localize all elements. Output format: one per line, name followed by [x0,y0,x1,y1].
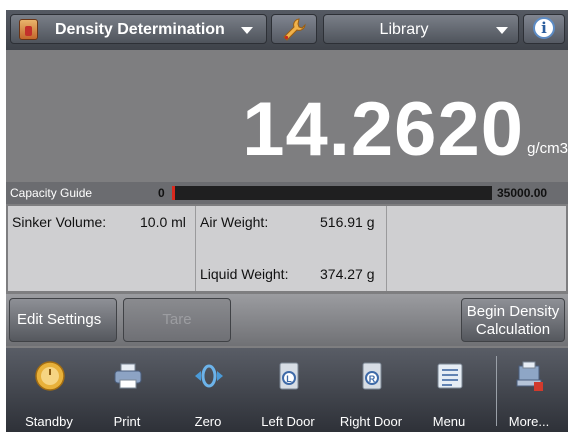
standby-label: Standby [25,414,73,429]
wrench-icon [283,18,306,41]
right-door-label: Right Door [339,414,403,429]
printer-icon [114,363,142,389]
capacity-bar-fill [172,186,176,200]
reading-display: 14.2620 g/cm3 [6,50,568,182]
info-button[interactable]: i [523,14,565,44]
power-icon [35,361,65,391]
tare-button[interactable]: Tare [123,298,231,342]
application-mode-label: Density Determination [55,21,225,38]
capacity-min: 0 [158,186,165,200]
liquid-weight-value: 374.27 g [320,266,375,282]
zero-label: Zero [194,414,222,429]
menu-button[interactable]: Menu [410,354,488,430]
svg-text:R: R [369,374,376,384]
sinker-volume-cell: Sinker Volume: 10.0 ml [8,206,196,291]
svg-text:L: L [286,374,292,384]
density-details-panel: Sinker Volume: 10.0 ml Air Weight: 516.9… [8,206,566,291]
bottom-navigation: Standby Print Zero L Left Door R Right D… [6,348,568,432]
info-icon: i [533,17,555,39]
library-label: Library [379,21,429,38]
standby-button[interactable]: Standby [10,354,88,430]
capacity-guide-label: Capacity Guide [10,186,93,200]
left-door-button[interactable]: L Left Door [249,354,327,430]
left-door-label: Left Door [261,414,315,429]
chevron-down-icon [241,27,253,34]
zero-button[interactable]: Zero [169,354,247,430]
action-row: Edit Settings Tare Begin Density Calcula… [6,294,568,346]
begin-density-calculation-button[interactable]: Begin Density Calculation [461,298,565,342]
right-door-icon: R [362,362,382,390]
settings-wrench-button[interactable] [271,14,317,44]
more-label: More... [508,414,550,429]
density-unit: g/cm3 [527,140,568,157]
sinker-volume-label: Sinker Volume: [12,214,107,230]
menu-label: Menu [432,414,466,429]
application-mode-dropdown[interactable]: Density Determination [10,14,267,44]
air-weight-value: 516.91 g [320,214,375,230]
begin-line-1: Begin Density [466,303,560,320]
balance-screen: Density Determination Library i 14.2620 … [6,10,568,432]
chevron-down-icon [496,27,508,34]
weights-cell: Air Weight: 516.91 g Liquid Weight: 374.… [196,206,387,291]
density-reading: 14.2620 [242,87,524,172]
more-button[interactable]: More... [490,354,568,430]
capacity-max: 35000.00 [497,186,548,200]
print-button[interactable]: Print [88,354,166,430]
library-dropdown[interactable]: Library [323,14,519,44]
edit-settings-button[interactable]: Edit Settings [9,298,117,342]
sinker-volume-value: 10.0 ml [140,214,186,230]
density-beaker-icon [19,19,38,40]
left-door-icon: L [279,362,299,390]
top-bar: Density Determination Library i [6,10,568,50]
capacity-guide: Capacity Guide 0 35000.00 [6,182,568,204]
air-weight-label: Air Weight: [200,214,269,230]
empty-cell [387,206,566,291]
liquid-weight-label: Liquid Weight: [200,266,289,282]
more-icon [516,361,543,391]
right-door-button[interactable]: R Right Door [332,354,410,430]
print-label: Print [113,414,141,429]
zero-icon [195,364,223,388]
begin-line-2: Calculation [475,321,551,338]
menu-icon [437,363,463,389]
capacity-bar [172,186,492,200]
